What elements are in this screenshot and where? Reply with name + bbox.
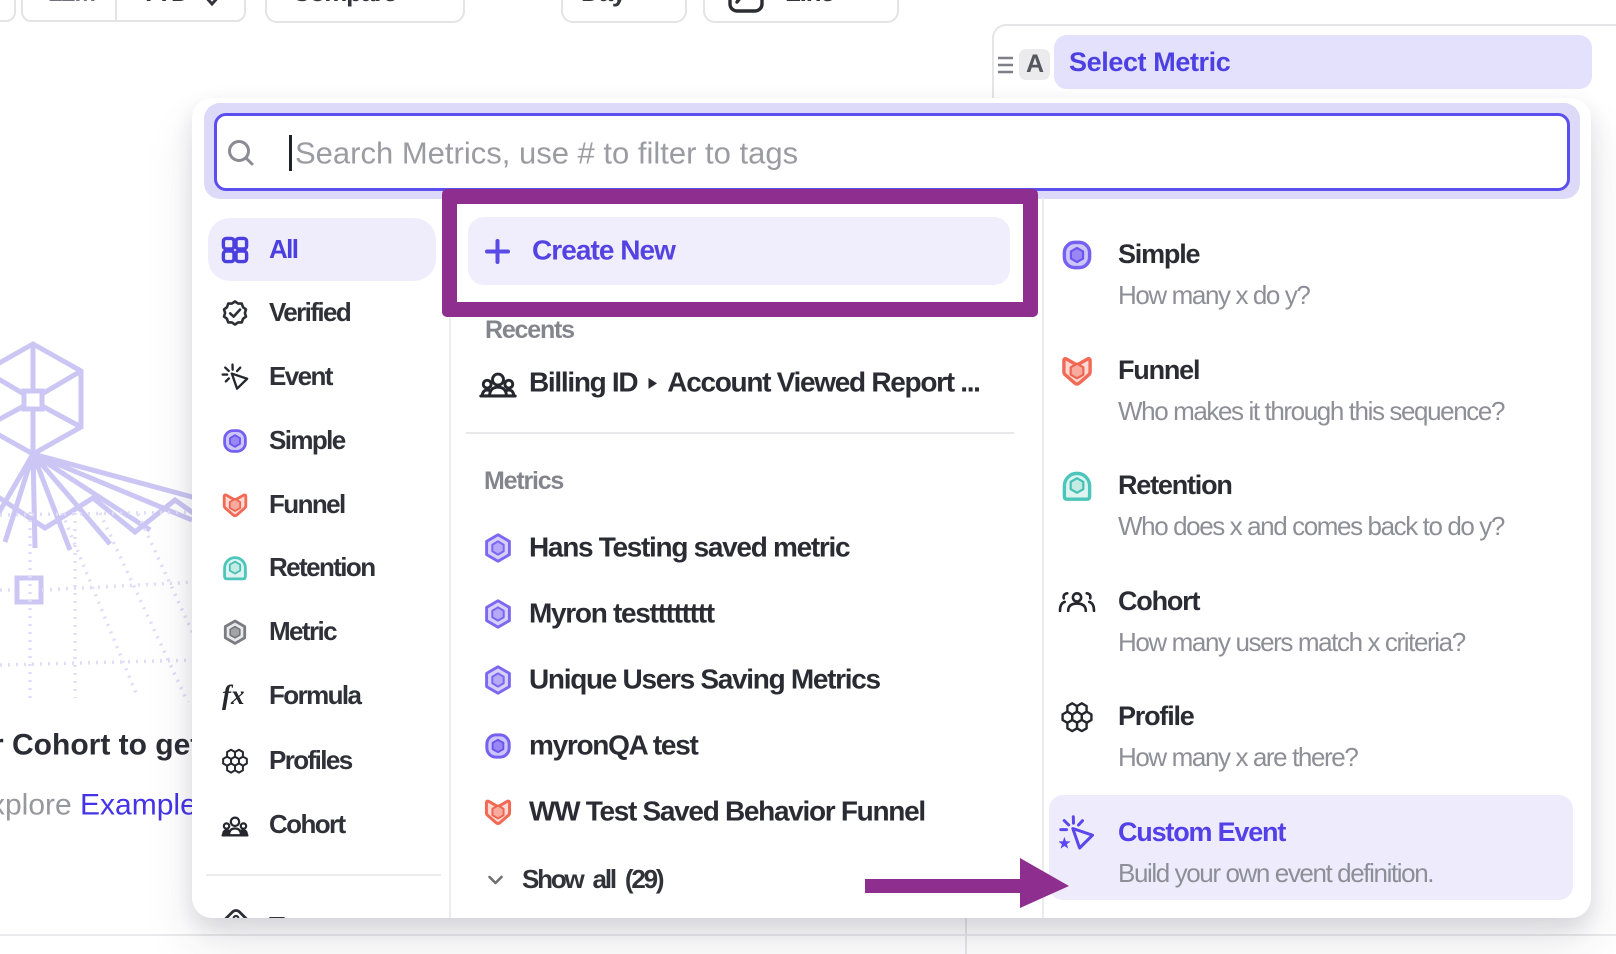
svg-text:fx: fx: [222, 682, 245, 710]
